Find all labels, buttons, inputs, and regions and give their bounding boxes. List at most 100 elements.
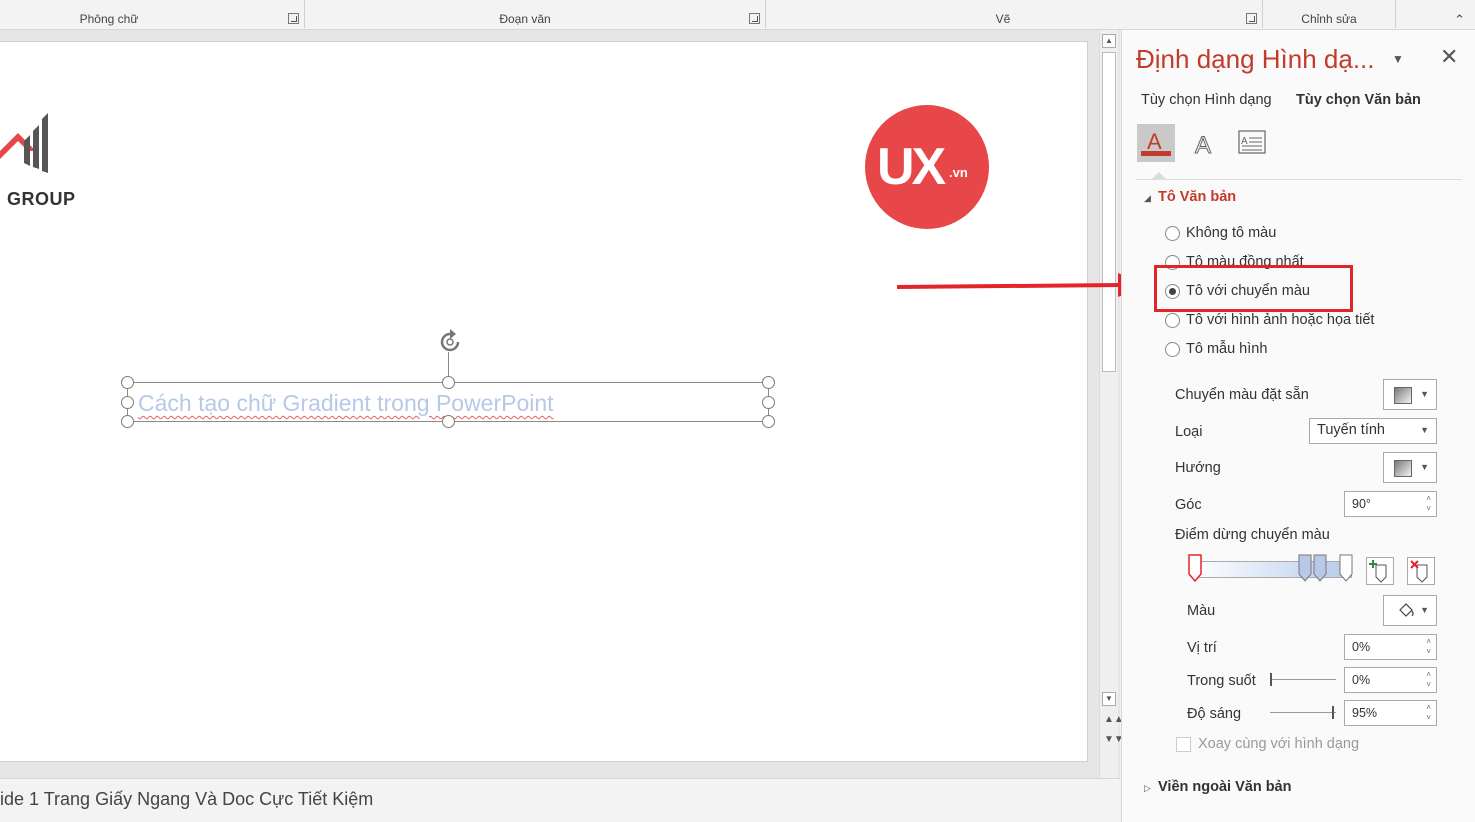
radio-picture-fill-label: Tô với hình ảnh hoặc họa tiết: [1186, 312, 1375, 328]
resize-handle-top-right[interactable]: [762, 376, 775, 389]
selected-icon-indicator: [1152, 172, 1166, 179]
scroll-down-icon[interactable]: ▼: [1102, 692, 1116, 706]
slider-track: [1270, 679, 1336, 680]
paragraph-dialog-launcher-icon[interactable]: [749, 13, 760, 24]
ux-vn-logo: UX .vn: [865, 105, 989, 229]
group-logo-text: GROUP: [7, 189, 76, 209]
ribbon-group-drawing-label: Vẽ: [995, 12, 1011, 26]
ribbon-group-paragraph: Đoạn văn: [305, 0, 765, 29]
spinner-arrows-icon[interactable]: ˄ ˅: [1426, 670, 1431, 690]
spinner-arrows-icon[interactable]: ˄ ˅: [1426, 637, 1431, 657]
add-gradient-stop-icon: [1369, 560, 1387, 583]
radio-no-fill-circle[interactable]: [1165, 226, 1180, 241]
transparency-slider[interactable]: [1270, 673, 1336, 686]
paint-bucket-icon: [1399, 603, 1414, 617]
gradient-stops-label: Điểm dừng chuyển màu: [1175, 527, 1330, 543]
gradient-stop-icon[interactable]: [1313, 554, 1327, 582]
ribbon-group-paragraph-label: Đoạn văn: [499, 12, 551, 26]
ribbon-group-editing: Chỉnh sửa: [1263, 0, 1395, 29]
svg-text:A: A: [1195, 132, 1211, 159]
pane-options-dropdown-icon[interactable]: ▼: [1392, 52, 1404, 66]
pane-title: Định dạng Hình dạ...: [1136, 44, 1375, 74]
resize-handle-top-center[interactable]: [442, 376, 455, 389]
preset-gradient-label: Chuyển màu đặt sẵn: [1175, 387, 1309, 403]
gradient-stops-bar[interactable]: [1192, 561, 1352, 578]
close-icon[interactable]: ✕: [1440, 44, 1458, 70]
spinner-arrows-icon[interactable]: ˄ ˅: [1426, 494, 1431, 514]
direction-dropdown[interactable]: ▼: [1383, 452, 1437, 483]
angle-value: 90°: [1352, 497, 1371, 511]
notes-bar-text[interactable]: ide 1 Trang Giấy Ngang Và Doc Cực Tiết K…: [0, 789, 373, 810]
direction-label: Hướng: [1175, 460, 1221, 476]
svg-text:A: A: [1147, 129, 1162, 154]
resize-handle-bottom-right[interactable]: [762, 415, 775, 428]
radio-no-fill-label: Không tô màu: [1186, 225, 1277, 241]
textbox-layout-icon: A: [1238, 130, 1266, 154]
spinner-arrows-icon[interactable]: ˄ ˅: [1426, 703, 1431, 723]
angle-spinner[interactable]: 90° ˄ ˅: [1344, 491, 1437, 517]
resize-handle-bottom-center[interactable]: [442, 415, 455, 428]
gradient-type-value: Tuyến tính: [1317, 422, 1385, 438]
gradient-stop-icon[interactable]: [1298, 554, 1312, 582]
color-dropdown[interactable]: ▼: [1383, 595, 1437, 626]
resize-handle-bottom-left[interactable]: [121, 415, 134, 428]
font-dialog-launcher-icon[interactable]: [288, 13, 299, 24]
section-text-outline-label: Viền ngoài Văn bản: [1158, 779, 1292, 795]
preset-gradient-swatch: [1394, 387, 1412, 404]
brightness-label: Độ sáng: [1187, 706, 1242, 722]
expand-triangle-icon: ▷: [1144, 783, 1151, 793]
ribbon-group-editing-label: Chỉnh sửa: [1301, 12, 1357, 26]
collapse-triangle-icon: ◢: [1144, 193, 1151, 203]
radio-pattern-fill-circle[interactable]: [1165, 342, 1180, 357]
slider-track: [1270, 712, 1336, 713]
gradient-stop-selected-icon[interactable]: [1188, 554, 1202, 582]
section-text-fill-label: Tô Văn bản: [1158, 189, 1237, 205]
textbox-text[interactable]: Cách tạo chữ Gradient trong PowerPoint: [138, 390, 554, 417]
chevron-down-icon: ▼: [1420, 462, 1429, 472]
text-fill-outline-button[interactable]: A: [1137, 124, 1175, 162]
preset-gradient-dropdown[interactable]: ▼: [1383, 379, 1437, 410]
rotate-handle-icon[interactable]: [436, 328, 464, 356]
gradient-type-label: Loại: [1175, 424, 1203, 440]
format-shape-pane: Định dạng Hình dạ... ▼ ✕ Tùy chọn Hình d…: [1121, 30, 1475, 822]
section-text-fill[interactable]: ◢ Tô Văn bản: [1144, 189, 1236, 205]
position-spinner[interactable]: 0% ˄ ˅: [1344, 634, 1437, 660]
vertical-scrollbar[interactable]: ▲ ▼ ▲▲ ▼▼: [1099, 30, 1124, 778]
slide-canvas[interactable]: GROUP UX .vn Cách tạo chữ Gradient trong…: [0, 41, 1088, 762]
resize-handle-top-left[interactable]: [121, 376, 134, 389]
slider-thumb[interactable]: [1270, 673, 1272, 686]
angle-label: Góc: [1175, 497, 1202, 513]
scroll-up-icon[interactable]: ▲: [1102, 34, 1116, 48]
resize-handle-middle-left[interactable]: [121, 396, 134, 409]
transparency-spinner[interactable]: 0% ˄ ˅: [1344, 667, 1437, 693]
text-effects-button[interactable]: A: [1185, 124, 1223, 162]
radio-picture-fill-circle[interactable]: [1165, 313, 1180, 328]
remove-gradient-stop-icon: [1410, 560, 1428, 583]
ux-logo-suffix: .vn: [949, 165, 968, 180]
tab-shape-options[interactable]: Tùy chọn Hình dạng: [1141, 92, 1272, 108]
slider-thumb[interactable]: [1332, 706, 1334, 719]
rotate-with-shape-checkbox[interactable]: [1176, 737, 1191, 752]
scrollbar-thumb[interactable]: [1102, 52, 1116, 372]
gradient-type-select[interactable]: Tuyến tính ▼: [1309, 418, 1437, 444]
ribbon-group-strip: Phông chữ Đoạn văn Vẽ Chỉnh sửa ⌃: [0, 0, 1475, 30]
text-fill-outline-icon: A: [1141, 129, 1171, 156]
ribbon-group-font-label: Phông chữ: [79, 12, 139, 26]
radio-pattern-fill-label: Tô mẫu hình: [1186, 341, 1268, 357]
textbox-layout-button[interactable]: A: [1234, 124, 1272, 162]
transparency-label: Trong suốt: [1187, 673, 1256, 689]
annotation-highlight-box: [1154, 265, 1353, 312]
section-text-outline[interactable]: ▷ Viền ngoài Văn bản: [1144, 779, 1291, 795]
pane-divider: [1136, 179, 1462, 180]
brightness-slider[interactable]: [1270, 706, 1336, 719]
remove-gradient-stop-button[interactable]: [1407, 557, 1435, 585]
collapse-ribbon-icon[interactable]: ⌃: [1454, 12, 1465, 28]
gradient-stop-icon[interactable]: [1339, 554, 1353, 582]
brightness-spinner[interactable]: 95% ˄ ˅: [1344, 700, 1437, 726]
tab-text-options[interactable]: Tùy chọn Văn bản: [1296, 92, 1421, 108]
svg-text:A: A: [1241, 136, 1248, 147]
add-gradient-stop-button[interactable]: [1366, 557, 1394, 585]
resize-handle-middle-right[interactable]: [762, 396, 775, 409]
direction-swatch: [1394, 460, 1412, 477]
drawing-dialog-launcher-icon[interactable]: [1246, 13, 1257, 24]
